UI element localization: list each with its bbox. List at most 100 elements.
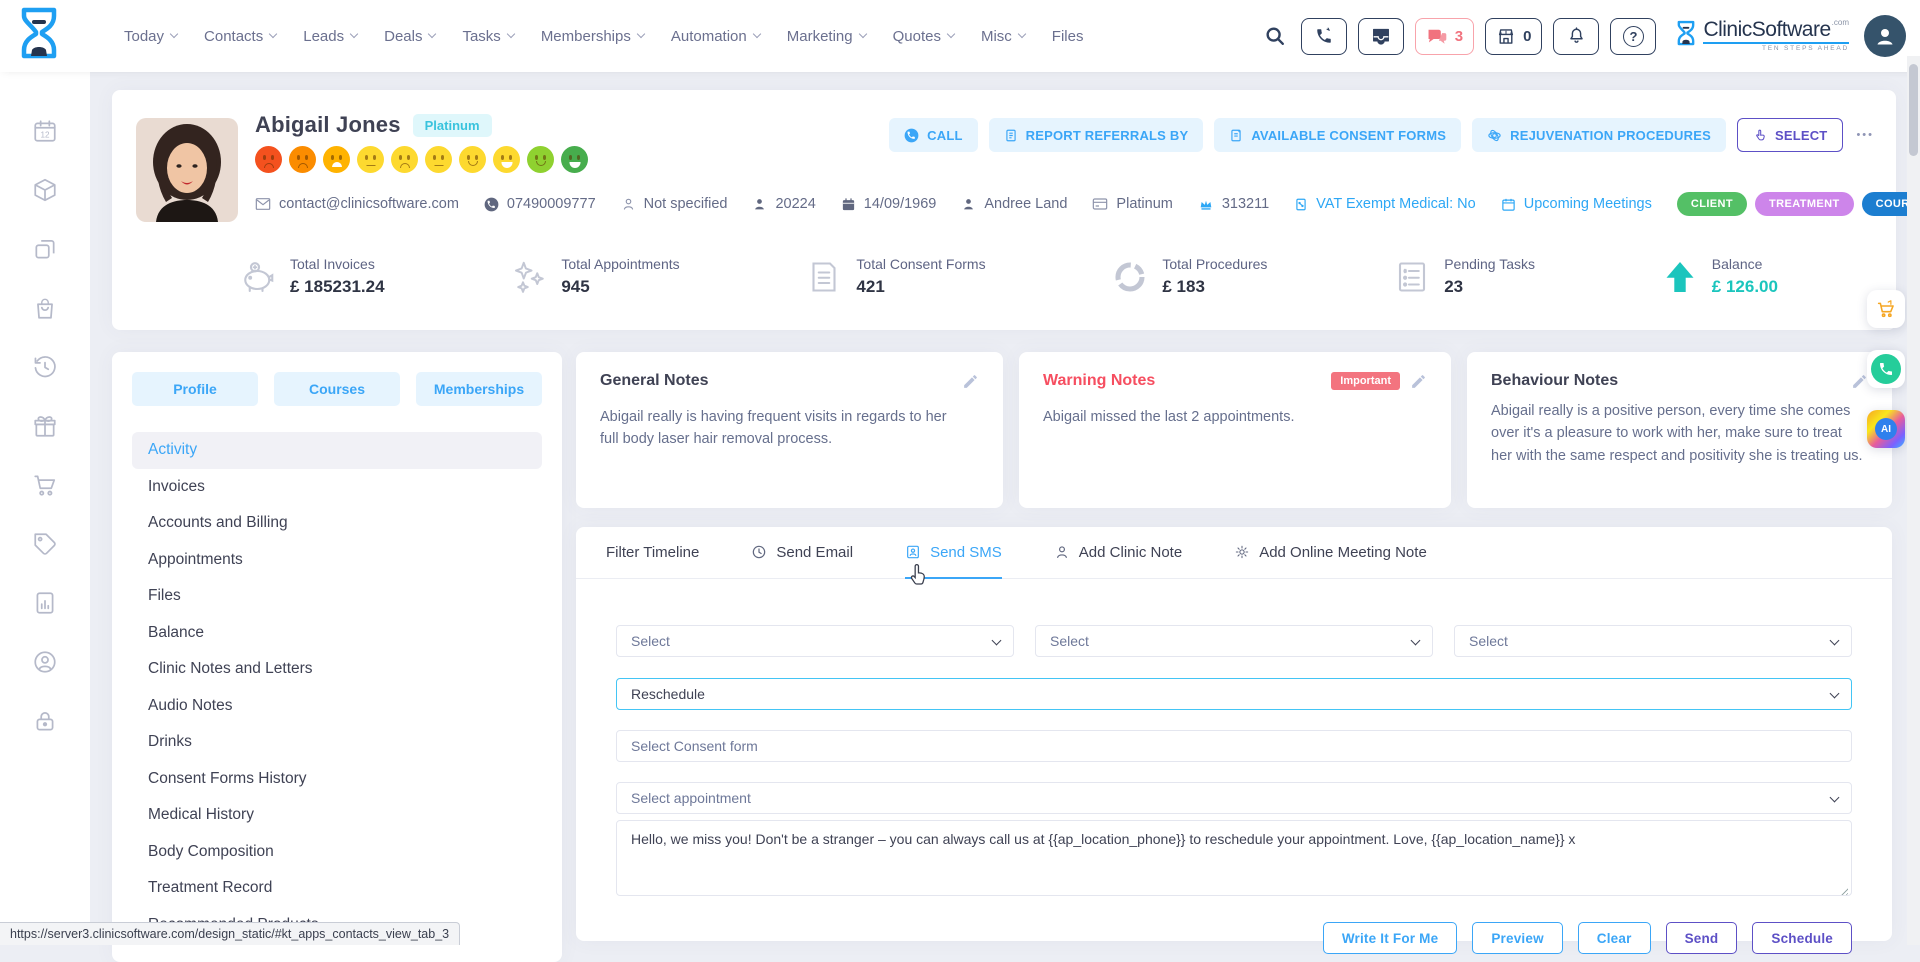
mood-emoji-9[interactable] (527, 146, 554, 173)
nav-memberships[interactable]: Memberships (541, 28, 644, 45)
tab-filter-timeline[interactable]: Filter Timeline (606, 527, 699, 579)
search-icon[interactable] (1264, 25, 1286, 47)
sms-select-2[interactable]: Select (1035, 625, 1433, 657)
mood-emoji-4[interactable] (357, 146, 384, 173)
menu-item-medical-history[interactable]: Medical History (132, 797, 542, 834)
nav-automation[interactable]: Automation (671, 28, 760, 45)
price-tag-icon[interactable] (32, 531, 58, 557)
report-referrals-button[interactable]: REPORT REFERRALS BY (989, 118, 1204, 152)
tab-memberships[interactable]: Memberships (416, 372, 542, 406)
nav-tasks[interactable]: Tasks (462, 28, 513, 45)
lock-icon[interactable] (32, 708, 58, 734)
schedule-button[interactable]: Schedule (1752, 922, 1852, 954)
upcoming-meetings-link[interactable]: Upcoming Meetings (1501, 196, 1652, 212)
sms-template-select[interactable]: Reschedule (616, 678, 1852, 710)
menu-item-activity[interactable]: Activity (132, 432, 542, 469)
preview-button[interactable]: Preview (1472, 922, 1562, 954)
edit-icon[interactable] (1851, 373, 1868, 390)
history-icon[interactable] (32, 354, 58, 380)
help-glyph: ? (1629, 29, 1637, 44)
nav-leads[interactable]: Leads (303, 28, 357, 45)
copy-icon[interactable] (32, 236, 58, 262)
clear-button[interactable]: Clear (1578, 922, 1651, 954)
menu-item-invoices[interactable]: Invoices (132, 469, 542, 506)
nav-contacts[interactable]: Contacts (204, 28, 276, 45)
brand-logo[interactable]: ClinicSoftware .com TEN STEPS AHEAD (1675, 19, 1849, 53)
chevron-down-icon (269, 30, 277, 38)
dialer-button[interactable] (1301, 18, 1347, 55)
send-button[interactable]: Send (1666, 922, 1738, 954)
package-icon[interactable] (32, 177, 58, 203)
call-button[interactable]: CALL (889, 118, 977, 152)
consent-form-select[interactable]: Select Consent form (616, 730, 1852, 762)
edit-icon[interactable] (962, 373, 979, 390)
appointment-select[interactable]: Select appointment (616, 782, 1852, 814)
patient-email: contact@clinicsoftware.com (255, 196, 459, 212)
menu-item-consent-forms-history[interactable]: Consent Forms History (132, 761, 542, 798)
edit-icon[interactable] (1410, 373, 1427, 390)
write-it-for-me-button[interactable]: Write It For Me (1323, 922, 1458, 954)
menu-item-appointments[interactable]: Appointments (132, 542, 542, 579)
floating-cart-button[interactable] (1867, 290, 1905, 328)
menu-item-treatment-record[interactable]: Treatment Record (132, 870, 542, 907)
menu-item-clinic-notes[interactable]: Clinic Notes and Letters (132, 651, 542, 688)
patient-name: Abigail Jones (255, 112, 401, 138)
patient-owner: Andree Land (961, 196, 1067, 212)
menu-item-files[interactable]: Files (132, 578, 542, 615)
scrollbar-thumb[interactable] (1909, 64, 1918, 156)
menu-item-accounts-billing[interactable]: Accounts and Billing (132, 505, 542, 542)
nav-label: Tasks (462, 28, 500, 45)
scrollbar-track[interactable] (1907, 56, 1920, 945)
shopping-bag-icon[interactable] (32, 295, 58, 321)
nav-label: Memberships (541, 28, 631, 45)
mood-emoji-3[interactable] (323, 146, 350, 173)
sms-select-3[interactable]: Select (1454, 625, 1852, 657)
floating-ai-button[interactable]: AI (1867, 410, 1905, 448)
nav-quotes[interactable]: Quotes (893, 28, 954, 45)
shop-button[interactable]: 0 (1485, 18, 1542, 55)
nav-today[interactable]: Today (124, 28, 177, 45)
mood-emoji-10[interactable] (561, 146, 588, 173)
select-button[interactable]: SELECT (1737, 118, 1843, 152)
mood-emoji-5[interactable] (391, 146, 418, 173)
rejuvenation-procedures-button[interactable]: REJUVENATION PROCEDURES (1472, 118, 1726, 152)
cart-icon[interactable] (32, 472, 58, 498)
user-avatar[interactable] (1864, 15, 1906, 57)
available-consent-forms-button[interactable]: AVAILABLE CONSENT FORMS (1214, 118, 1461, 152)
mood-emoji-8[interactable] (493, 146, 520, 173)
mood-emoji-2[interactable] (289, 146, 316, 173)
tab-send-email[interactable]: Send Email (751, 527, 853, 579)
calendar-icon[interactable]: 12 (32, 118, 58, 144)
tab-add-clinic-note[interactable]: Add Clinic Note (1054, 527, 1182, 579)
tab-add-online-meeting-note[interactable]: Add Online Meeting Note (1234, 527, 1427, 579)
mood-emoji-6[interactable] (425, 146, 452, 173)
tab-courses[interactable]: Courses (274, 372, 400, 406)
menu-item-body-composition[interactable]: Body Composition (132, 834, 542, 871)
help-button[interactable]: ? (1610, 18, 1656, 55)
mood-emoji-7[interactable] (459, 146, 486, 173)
tab-profile[interactable]: Profile (132, 372, 258, 406)
sms-message-textarea[interactable]: Hello, we miss you! Don't be a stranger … (616, 820, 1852, 896)
menu-item-audio-notes[interactable]: Audio Notes (132, 688, 542, 725)
chat-button[interactable]: 3 (1415, 18, 1474, 55)
more-actions-button[interactable]: ••• (1856, 129, 1874, 141)
vat-exempt-link[interactable]: VAT Exempt Medical: No (1294, 196, 1476, 212)
sms-select-1[interactable]: Select (616, 625, 1014, 657)
floating-phone-button[interactable] (1867, 350, 1905, 388)
mood-emoji-1[interactable] (255, 146, 282, 173)
gift-icon[interactable] (32, 413, 58, 439)
chevron-down-icon (1830, 689, 1840, 699)
chevron-down-icon (637, 30, 645, 38)
report-icon[interactable] (32, 590, 58, 616)
nav-misc[interactable]: Misc (981, 28, 1025, 45)
menu-item-balance[interactable]: Balance (132, 615, 542, 652)
inbox-button[interactable] (1358, 18, 1404, 55)
account-icon[interactable] (32, 649, 58, 675)
notifications-button[interactable] (1553, 18, 1599, 55)
nav-files[interactable]: Files (1052, 28, 1084, 45)
menu-item-drinks[interactable]: Drinks (132, 724, 542, 761)
checklist-icon (1394, 259, 1430, 295)
clinicsoftware-logo[interactable] (16, 6, 62, 64)
nav-deals[interactable]: Deals (384, 28, 435, 45)
nav-marketing[interactable]: Marketing (787, 28, 866, 45)
